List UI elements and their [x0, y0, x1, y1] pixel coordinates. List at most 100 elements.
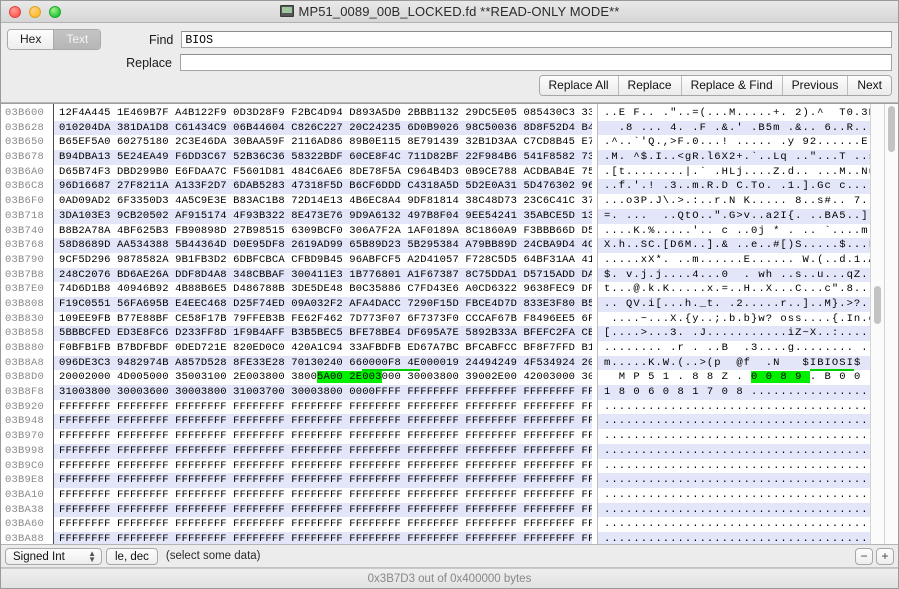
find-action-button-group[interactable]: Replace All Replace Replace & Find Previous… [538, 75, 892, 96]
ascii-row[interactable]: ...o3P.J\.>.:..r.N K..... 8..s#.. 7..K [598, 194, 870, 209]
hex-row[interactable]: 31003800 30003600 30003800 31003700 3000… [54, 385, 592, 400]
hex-row[interactable]: D65B74F3 DBD299B0 E6FDAA7C F5601D81 484C… [54, 165, 592, 180]
offset-label: 03BA60 [5, 518, 45, 531]
hex-row[interactable]: 010204DA 381DA1D8 C61434C9 06B44604 C826… [54, 120, 592, 136]
hex-row[interactable]: B65EF5A0 60275180 2C3E46DA 30BAA59F 2116… [54, 135, 592, 150]
ascii-row[interactable]: ........................................ [598, 502, 870, 518]
offset-label: 03B8F8 [5, 386, 45, 399]
ascii-row[interactable]: ........................................ [598, 488, 870, 503]
ascii-row[interactable]: ..f.'.! .3..m.R.D C.To. .1.].Gc c.....M0 [598, 179, 870, 195]
hex-row[interactable]: 58D8689D AA534388 5B44364D D0E95DF8 2619… [54, 238, 592, 253]
ascii-row[interactable]: $. v.j.j....4...0 . wh ..s..u...qZ.. .* [598, 267, 870, 283]
ascii-row[interactable]: ........ .r . ..B .3....g........ ... . [598, 341, 870, 356]
ascii-row[interactable]: .....xX*. ..m......E...... W.(..d.1.A. . [598, 253, 870, 268]
close-window-button[interactable] [9, 5, 21, 18]
hex-row[interactable]: FFFFFFFF FFFFFFFF FFFFFFFF FFFFFFFF FFFF… [54, 502, 592, 518]
hex-row[interactable]: 96D16687 27F8211A A133F2D7 6DAB5283 4731… [54, 179, 592, 195]
hex-row[interactable]: 0AD09AD2 6F3350D3 4A5C9E3E B83AC1B8 72D1… [54, 194, 592, 209]
offset-label: 03B808 [5, 297, 45, 310]
hex-bytes-column[interactable]: 12F4A445 1E469B7F A4B122F9 0D3D28F9 F2BC… [54, 104, 592, 544]
ascii-row[interactable]: .^..`'Q.,>F.0...! ..... .y 92......E.... [598, 135, 870, 150]
search-mode-segmented-control[interactable]: Hex Text [7, 29, 102, 50]
search-mode-text-button[interactable]: Text [53, 30, 101, 49]
find-action-button[interactable]: Replace All [539, 76, 618, 95]
ascii-column[interactable]: ..E F.. ."..=(...M.....+. 2).^ T0.3B.. .… [598, 104, 870, 544]
ascii-row[interactable]: ........................................ [598, 414, 870, 430]
hex-row[interactable]: FFFFFFFF FFFFFFFF FFFFFFFF FFFFFFFF FFFF… [54, 443, 592, 459]
hex-row[interactable]: 20002000 4D005000 35003100 2E003800 3800… [54, 370, 592, 385]
hex-row[interactable]: F19C0551 56FA695B E4EEC468 D25F74ED 09A0… [54, 296, 592, 312]
ascii-row[interactable]: .. QV.i[...h._t. .2.....r..]..M}.>?..M.. [598, 296, 870, 312]
hex-row[interactable]: 248C2076 BD6AE26A DDF8D4A8 348CBBAF 3004… [54, 267, 592, 283]
ascii-row[interactable]: .[t........|.` .HLj....Z.d.. ...M..Nuj1C [598, 165, 870, 180]
ascii-scrollbar-thumb[interactable] [874, 286, 881, 324]
hex-scrollbar-thumb[interactable] [888, 106, 895, 152]
offset-label: 03B790 [5, 253, 45, 266]
ascii-row[interactable]: ........................................ [598, 400, 870, 415]
ascii-row[interactable]: ........................................ [598, 443, 870, 459]
inspector-endian-button[interactable]: le, dec [106, 547, 158, 565]
ascii-row[interactable]: ....K.%.....'.. c ..0j * . .. `....m.s % [598, 224, 870, 239]
ascii-row[interactable]: ........................................ [598, 473, 870, 488]
ascii-row[interactable]: ....~...X.{y..;.b.b}w? oss....{.In.o.. [598, 312, 870, 327]
ascii-row[interactable]: .M. ^$.I..<gR.l6X2+.`..Lq .."...T ..sB.. [598, 150, 870, 165]
ascii-row[interactable]: ..E F.. ."..=(...M.....+. 2).^ T0.3B.. [598, 106, 870, 121]
hex-row[interactable]: F0BFB1FB B7BDFBDF 0DED721E 820ED0C0 420A… [54, 341, 592, 356]
minimize-window-button[interactable] [29, 5, 41, 18]
hex-view[interactable]: 03B600 03B628 03B650 03B678 03B6A0 03B6C8 03B6… [1, 103, 898, 545]
ascii-row[interactable]: X.h..SC.[D6M..].& ..e..#[)S.....$...L... [598, 238, 870, 253]
hex-row[interactable]: 12F4A445 1E469B7F A4B122F9 0D3D28F9 F2BC… [54, 106, 592, 121]
offset-label: 03B6F0 [5, 195, 45, 208]
find-action-button[interactable]: Replace & Find [680, 76, 782, 95]
hex-row[interactable]: 74D6D1B8 40946B92 4B88B6E5 D486788B 3DE5… [54, 282, 592, 297]
hex-row[interactable]: FFFFFFFF FFFFFFFF FFFFFFFF FFFFFFFF FFFF… [54, 473, 592, 488]
hex-row[interactable]: FFFFFFFF FFFFFFFF FFFFFFFF FFFFFFFF FFFF… [54, 429, 592, 444]
replace-row: Replace [7, 54, 892, 71]
hex-row[interactable]: FFFFFFFF FFFFFFFF FFFFFFFF FFFFFFFF FFFF… [54, 400, 592, 415]
hex-row[interactable]: FFFFFFFF FFFFFFFF FFFFFFFF FFFFFFFF FFFF… [54, 517, 592, 532]
find-action-button[interactable]: Next [847, 76, 891, 95]
match-underline: IBIOSI [809, 356, 854, 371]
ascii-row[interactable]: =. ... ..QtO..".G>v..a2I{. ..BA5..] .` [598, 208, 870, 224]
ascii-row[interactable]: ........................................ [598, 429, 870, 444]
find-input[interactable]: BIOS [181, 31, 892, 48]
maximize-window-button[interactable] [49, 5, 61, 18]
hex-row[interactable]: B94DBA13 5E24EA49 F6DD3C67 52B36C36 5832… [54, 150, 592, 165]
window-title-container: MP51_0089_00B_LOCKED.fd **READ-ONLY MODE… [1, 4, 898, 19]
zoom-in-button[interactable]: + [876, 547, 894, 565]
find-action-button[interactable]: Previous [781, 76, 848, 95]
hex-row[interactable]: FFFFFFFF FFFFFFFF FFFFFFFF FFFFFFFF FFFF… [54, 488, 592, 503]
hex-editor-window: MP51_0089_00B_LOCKED.fd **READ-ONLY MODE… [0, 0, 899, 589]
hex-row[interactable]: FFFFFFFF FFFFFFFF FFFFFFFF FFFFFFFF FFFF… [54, 459, 592, 474]
hex-row[interactable]: 3DA103E3 9CB20502 AF915174 4F93B322 8E47… [54, 208, 592, 224]
ascii-row[interactable]: .8 ... 4. .F .&.' .B5m .&.. 6..R..'\ [598, 120, 870, 136]
hex-row[interactable]: 9CF5D296 9878582A 9B1FB3D2 6DBFCBCA CFBD… [54, 253, 592, 268]
hex-row[interactable]: 5BBBCFED ED3E8FC6 D233FF8D 1F9B4AFF B3B5… [54, 326, 592, 341]
offset-label: 03B718 [5, 209, 45, 222]
zoom-out-button[interactable]: − [855, 547, 873, 565]
hex-row[interactable]: 096DE3C3 9482974B A857D528 8FE33E28 7013… [54, 355, 592, 371]
hex-row[interactable]: 109EE9FB B77E88BF CE58F17B 79FFEB3B FE62… [54, 312, 592, 327]
disk-icon [279, 5, 294, 17]
replace-input[interactable] [180, 54, 892, 71]
hex-vertical-scrollbar[interactable] [884, 104, 898, 544]
find-label: Find [149, 32, 174, 47]
hex-row[interactable]: B8B2A78A 4BF625B3 FB90898D 27B98515 6309… [54, 224, 592, 239]
offset-label: 03BA10 [5, 488, 45, 501]
ascii-row[interactable]: ........................................ [598, 517, 870, 532]
search-mode-hex-button[interactable]: Hex [8, 30, 54, 49]
ascii-row[interactable]: 1 8 0 6 0 8 1 7 0 8 ................... [598, 385, 870, 400]
ascii-row[interactable]: ........................................ [598, 531, 870, 544]
ascii-row[interactable]: m.....K.W.(..>(p @f .N $IBIOSI$ [598, 355, 870, 371]
hex-row[interactable]: FFFFFFFF FFFFFFFF FFFFFFFF FFFFFFFF FFFF… [54, 414, 592, 430]
ascii-row[interactable]: ........................................ [598, 459, 870, 474]
ascii-row[interactable]: t...@.k.K.....x.=..H..X...C...c".8.....X [598, 282, 870, 297]
ascii-row[interactable]: M P 5 1 . 8 8 Z . 0 0 8 9 . B 0 0 . [598, 370, 870, 385]
find-action-button[interactable]: Replace [617, 76, 681, 95]
ascii-vertical-scrollbar[interactable] [870, 104, 884, 544]
ascii-row[interactable]: [....>...3. .J...........iZ~X..:....... [598, 326, 870, 341]
hex-row[interactable]: FFFFFFFF FFFFFFFF FFFFFFFF FFFFFFFF FFFF… [54, 531, 592, 544]
inspector-type-dropdown[interactable]: Signed Int ▲ ▼ [5, 547, 102, 565]
offset-label: 03B830 [5, 312, 45, 325]
zoom-controls: − + [855, 547, 894, 565]
